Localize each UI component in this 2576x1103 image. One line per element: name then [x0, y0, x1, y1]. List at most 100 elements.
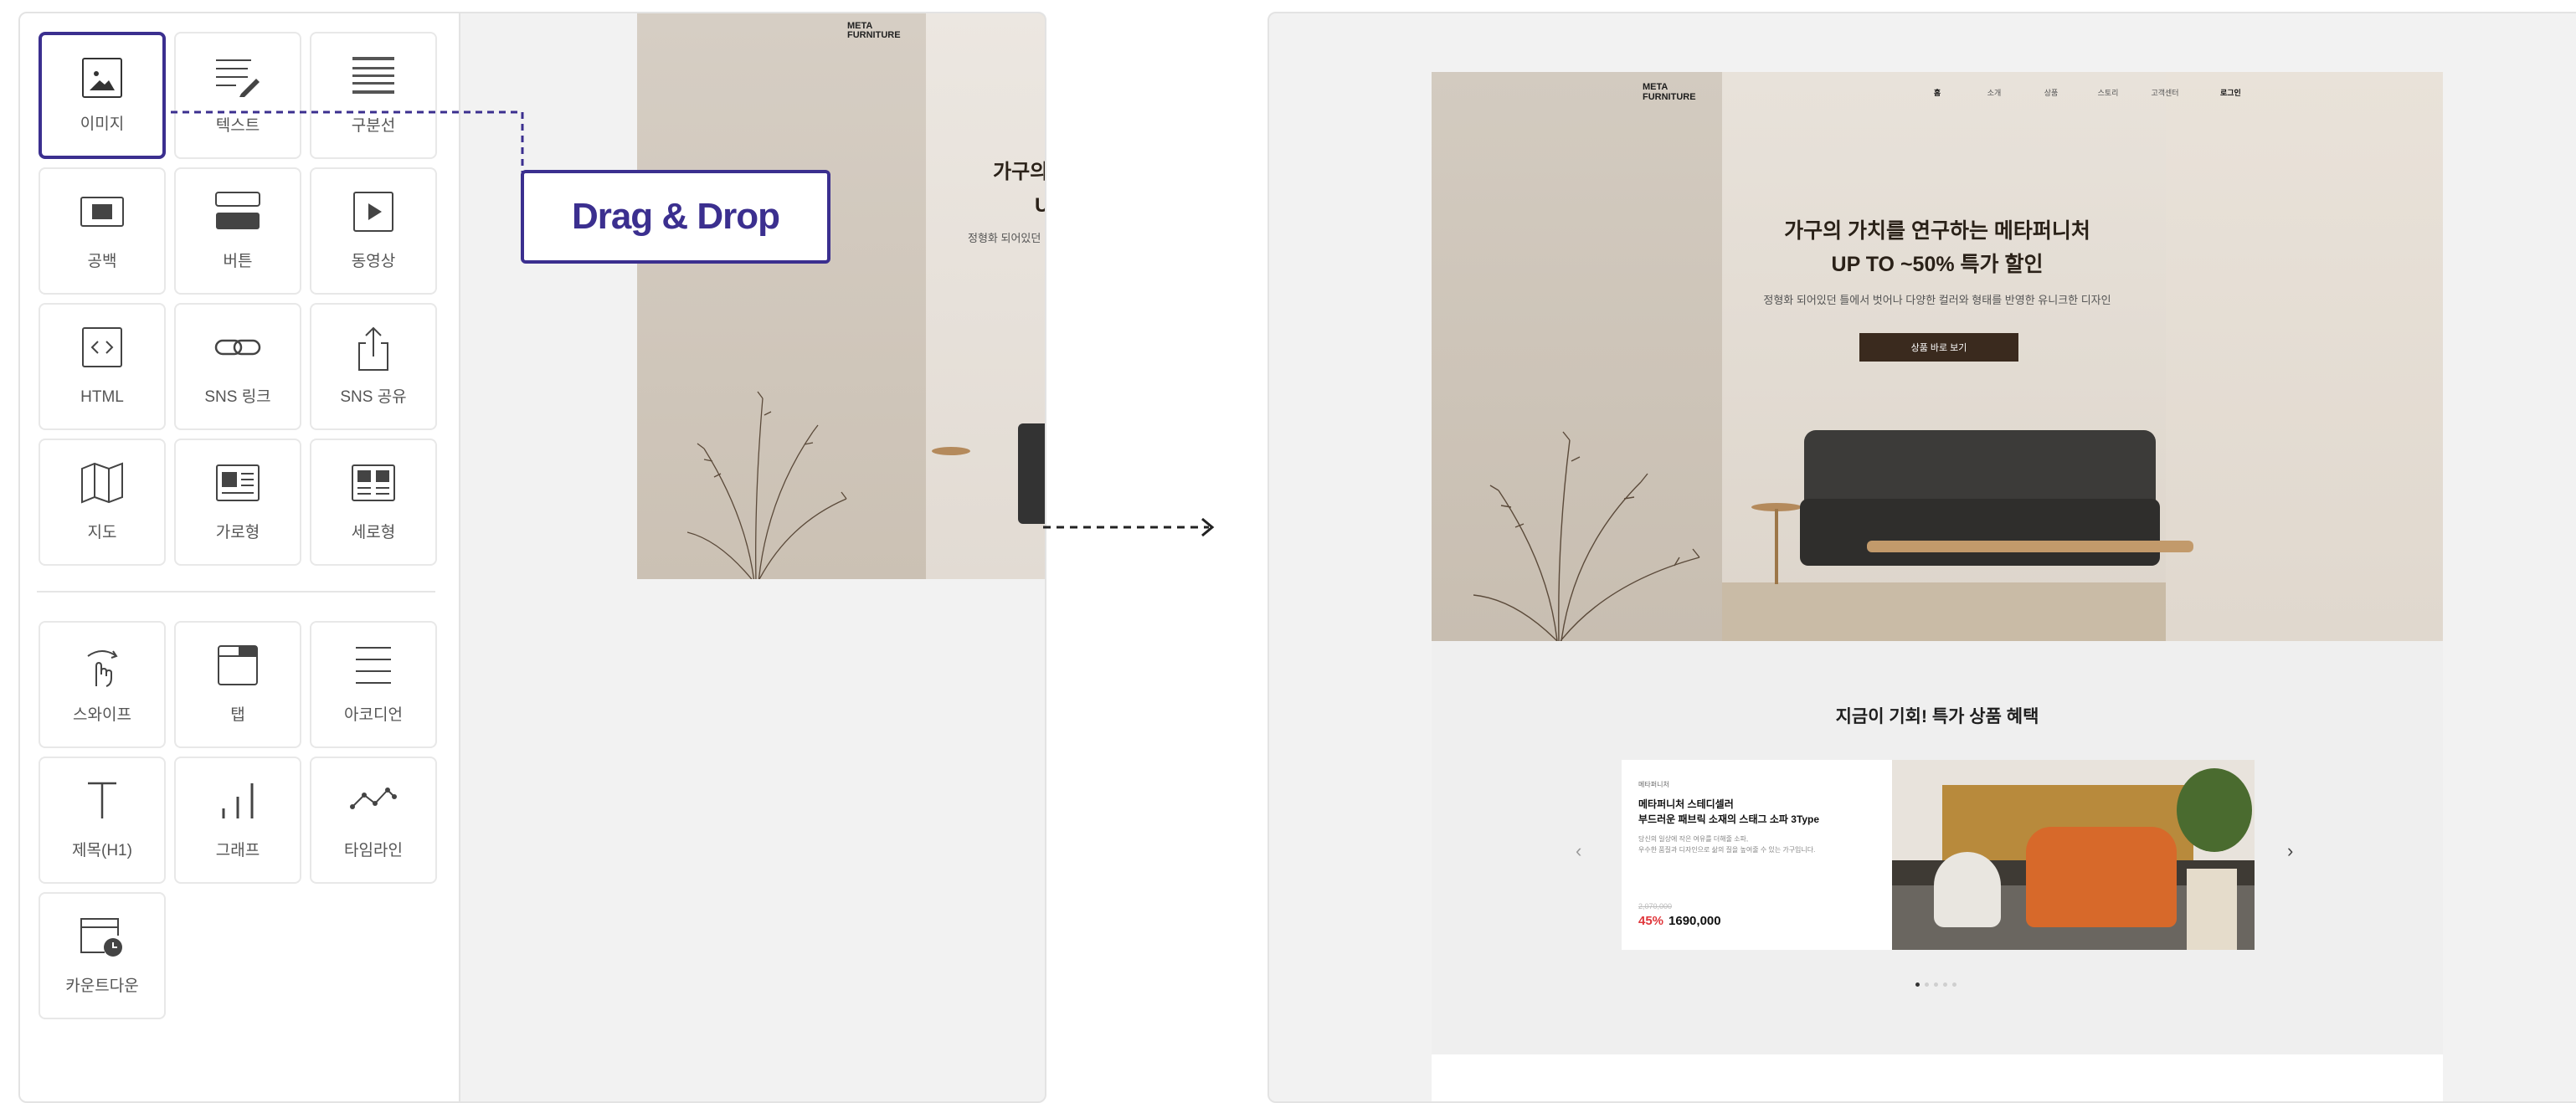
- tile-label: 스와이프: [73, 706, 131, 724]
- pampas-grass-image: [1473, 431, 1700, 641]
- product-armchair: [2026, 827, 2177, 927]
- tile-sns-link[interactable]: SNS 링크: [174, 303, 301, 430]
- tile-button[interactable]: 버튼: [174, 167, 301, 295]
- tile-label: 탭: [230, 706, 245, 724]
- product-plant: [2177, 768, 2252, 852]
- carousel-dots: [1915, 982, 1956, 987]
- tile-label: HTML: [80, 388, 124, 406]
- carousel-dot[interactable]: [1952, 982, 1956, 987]
- tile-countdown[interactable]: 카운트다운: [39, 892, 166, 1019]
- sofa-seat: [1800, 499, 2160, 566]
- tile-label: 동영상: [351, 253, 396, 270]
- tile-swipe[interactable]: 스와이프: [39, 621, 166, 748]
- carousel-dot[interactable]: [1925, 982, 1929, 987]
- tile-heading[interactable]: 제목(H1): [39, 757, 166, 884]
- tile-label: SNS 공유: [340, 388, 407, 406]
- product-description: 당신의 일상에 작은 여유를 더해줄 소파, 우수한 품질과 디자인으로 삶의 질…: [1638, 835, 1816, 854]
- hero-floor: [1722, 582, 2166, 641]
- shop-now-button[interactable]: 상품 바로 보기: [1859, 333, 2018, 362]
- carousel-dot[interactable]: [1934, 982, 1938, 987]
- website-preview: META FURNITURE 홈 소개 상품 스토리 고객센터 로그인 가구의 가…: [1432, 72, 2443, 1101]
- tile-accordion[interactable]: 아코디언: [310, 621, 437, 748]
- tile-sns-share[interactable]: SNS 공유: [310, 303, 437, 430]
- tile-tab[interactable]: 탭: [174, 621, 301, 748]
- product-card[interactable]: 메타퍼니처 메타퍼니처 스테디셀러 부드러운 패브릭 소재의 스태그 소파 3Ty…: [1622, 760, 2255, 950]
- nav-item-about[interactable]: 소개: [1966, 87, 2023, 98]
- accordion-icon: [356, 647, 391, 684]
- site-nav: 홈 소개 상품 스토리 고객센터: [1909, 87, 2193, 98]
- tile-vertical[interactable]: 세로형: [310, 439, 437, 566]
- canvas-preview-image: METAFURNITURE 가구의U 정형화 되어있던: [637, 13, 1045, 579]
- tile-horizontal[interactable]: 가로형: [174, 439, 301, 566]
- nav-item-products[interactable]: 상품: [2023, 87, 2080, 98]
- horizontal-card-icon: [216, 464, 260, 501]
- editor-window: 이미지 텍스트 구분선 공백 버튼 동영상 HTML SNS 링크 SNS 공유…: [18, 12, 1046, 1103]
- tab-icon: [218, 645, 258, 685]
- tile-label: 지도: [87, 524, 117, 541]
- tile-video[interactable]: 동영상: [310, 167, 437, 295]
- blank-space-icon: [80, 197, 124, 227]
- hero-section: META FURNITURE 홈 소개 상품 스토리 고객센터 로그인 가구의 가…: [1432, 72, 2443, 641]
- pampas-grass-image: [687, 391, 847, 579]
- tile-html[interactable]: HTML: [39, 303, 166, 430]
- login-link[interactable]: 로그인: [2220, 87, 2241, 98]
- coffee-table: [1867, 541, 2193, 552]
- image-icon: [82, 58, 122, 98]
- tile-image[interactable]: 이미지: [39, 32, 166, 159]
- text-edit-icon: [216, 59, 260, 97]
- tile-label: 공백: [87, 253, 117, 270]
- tile-graph[interactable]: 그래프: [174, 757, 301, 884]
- nav-item-home[interactable]: 홈: [1909, 87, 1966, 98]
- product-ottoman: [1934, 852, 2001, 927]
- carousel-dot[interactable]: [1943, 982, 1947, 987]
- share-icon: [358, 326, 388, 371]
- tile-map[interactable]: 지도: [39, 439, 166, 566]
- tile-label: 타임라인: [344, 842, 403, 859]
- preview-subtitle: 정형화 되어있던: [968, 232, 1041, 244]
- preview-sofa-edge: [1018, 423, 1045, 524]
- nav-item-story[interactable]: 스토리: [2080, 87, 2136, 98]
- site-logo[interactable]: META FURNITURE: [1643, 82, 1696, 102]
- video-play-icon: [353, 192, 393, 232]
- carousel-prev-icon[interactable]: ‹: [1576, 840, 1581, 862]
- swipe-hand-icon: [87, 650, 118, 687]
- carousel-dot[interactable]: [1915, 982, 1920, 987]
- product-price: 45% 1690,000: [1638, 914, 1721, 928]
- heading-icon: [88, 782, 116, 818]
- tile-label: 아코디언: [344, 706, 403, 724]
- discount-rate: 45%: [1638, 914, 1664, 928]
- sofa-back: [1804, 430, 2156, 507]
- drag-connector: [171, 110, 524, 172]
- preview-side-table: [932, 447, 970, 455]
- timeline-icon: [350, 787, 397, 809]
- bar-graph-icon: [222, 783, 254, 818]
- result-arrow: [1043, 517, 1215, 537]
- link-icon: [214, 339, 261, 356]
- tile-timeline[interactable]: 타임라인: [310, 757, 437, 884]
- palette-divider: [37, 591, 435, 593]
- promo-section-title: 지금이 기회! 특가 상품 혜택: [1835, 707, 2039, 726]
- tile-blank[interactable]: 공백: [39, 167, 166, 295]
- button-icon: [215, 192, 260, 229]
- product-name: 메타퍼니처 스테디셀러 부드러운 패브릭 소재의 스태그 소파 3Type: [1638, 798, 1820, 825]
- preview-logo: META FURNITURE: [847, 21, 901, 40]
- result-window: META FURNITURE 홈 소개 상품 스토리 고객센터 로그인 가구의 가…: [1267, 12, 2576, 1103]
- carousel-next-icon[interactable]: ›: [2287, 840, 2293, 862]
- hero-title: 가구의 가치를 연구하는 메타퍼니처 UP TO ~50% 특가 할인: [1784, 219, 2090, 276]
- tile-label: 가로형: [215, 524, 260, 541]
- code-icon: [82, 327, 122, 367]
- tile-label: 세로형: [351, 524, 396, 541]
- tile-label: 이미지: [80, 115, 125, 133]
- side-table-leg: [1775, 509, 1778, 584]
- original-price: 2,070,000: [1638, 902, 1673, 911]
- nav-item-support[interactable]: 고객센터: [2136, 87, 2193, 98]
- product-brand: 메타퍼니처: [1638, 781, 1669, 788]
- tile-label: 그래프: [215, 842, 260, 859]
- tile-label: 제목(H1): [72, 842, 132, 859]
- map-icon: [81, 462, 123, 504]
- product-image: [1892, 760, 2255, 950]
- preview-headline: 가구의U: [993, 161, 1045, 217]
- product-plant-stand: [2187, 869, 2237, 950]
- tile-label: 카운트다운: [65, 977, 139, 995]
- tile-label: 버튼: [223, 253, 253, 270]
